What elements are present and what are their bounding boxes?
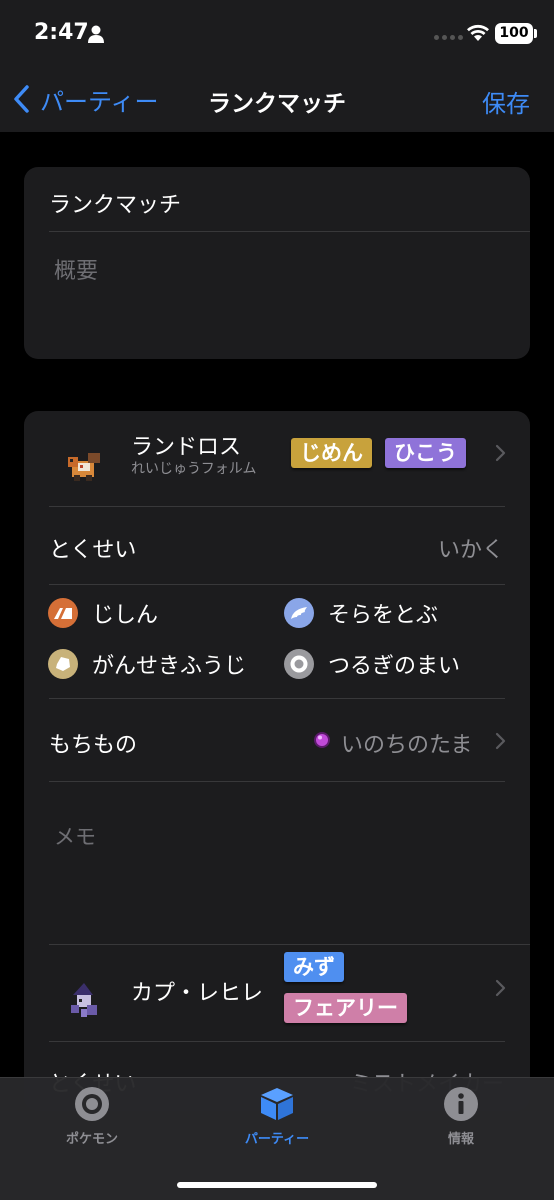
divider <box>49 506 505 507</box>
tab-info[interactable]: 情報 <box>391 1086 531 1147</box>
landorus-sprite <box>68 453 100 481</box>
tab-label: ポケモン <box>65 1132 118 1147</box>
divider <box>49 231 530 232</box>
move-slot[interactable]: がんせきふうじ <box>48 648 246 680</box>
chevron-right-icon <box>495 979 506 997</box>
box-icon <box>261 1088 293 1120</box>
battery-tip <box>534 29 537 38</box>
ground-type-icon <box>48 598 78 628</box>
move-name: つるぎのまい <box>328 654 461 679</box>
move-slot[interactable]: そらをとぶ <box>284 597 438 629</box>
pokemon-name: ランドロス <box>131 435 242 460</box>
type-badge-water: みず <box>284 952 344 982</box>
tab-bar: ポケモン パーティー 情報 <box>0 1077 554 1200</box>
type-badge-ground: じめん <box>291 438 372 468</box>
chevron-right-icon <box>495 732 506 750</box>
tab-label: パーティー <box>244 1132 310 1147</box>
normal-type-icon <box>284 649 314 679</box>
move-slot[interactable]: つるぎのまい <box>284 648 460 680</box>
party-info-card: ランクマッチ 概要 <box>24 167 530 359</box>
type-badge-flying: ひこう <box>385 438 466 468</box>
party-name-field[interactable]: ランクマッチ <box>49 187 181 219</box>
move-slot[interactable]: じしん <box>48 597 158 629</box>
life-orb-icon <box>314 732 330 748</box>
rock-type-icon <box>48 649 78 679</box>
navigation-bar: パーティー ランクマッチ 保存 <box>0 70 554 132</box>
pokeball-icon <box>75 1087 109 1121</box>
divider <box>49 781 505 782</box>
ability-value: いかく <box>437 538 504 563</box>
type-badge-fairy: フェアリー <box>284 993 407 1023</box>
ability-label: とくせい <box>49 538 137 563</box>
flying-type-icon <box>284 598 314 628</box>
move-name: そらをとぶ <box>328 603 439 628</box>
status-time: 2:47 <box>34 20 89 45</box>
move-name: がんせきふうじ <box>92 654 247 679</box>
party-description-field[interactable]: 概要 <box>54 253 98 285</box>
memo-field[interactable]: メモ <box>54 821 96 851</box>
tab-pokemon[interactable]: ポケモン <box>22 1086 162 1147</box>
status-bar: 2:47 100 <box>0 0 554 70</box>
divider <box>49 698 505 699</box>
pokemon-list-card: ランドロス れいじゅうフォルム じめん ひこう とくせい いかく じしん そらを… <box>24 411 530 1111</box>
divider <box>49 1041 505 1042</box>
chevron-right-icon <box>495 444 506 462</box>
pokemon-form: れいじゅうフォルム <box>131 461 257 477</box>
save-button[interactable]: 保存 <box>482 84 530 119</box>
signal-icon <box>434 35 463 40</box>
wifi-icon <box>467 24 489 41</box>
page-title: ランクマッチ <box>208 91 346 117</box>
tab-party[interactable]: パーティー <box>207 1086 347 1147</box>
pokemon-name: カプ・レヒレ <box>131 981 264 1006</box>
info-icon <box>444 1087 478 1121</box>
tapu-fini-sprite <box>71 983 97 1017</box>
move-name: じしん <box>92 603 159 628</box>
battery-icon: 100 <box>495 23 533 44</box>
held-item-label: もちもの <box>49 733 138 758</box>
person-icon <box>88 25 104 43</box>
divider <box>49 944 530 945</box>
held-item-value: いのちのたま <box>341 733 473 758</box>
divider <box>49 584 505 585</box>
home-indicator <box>177 1182 377 1188</box>
tab-label: 情報 <box>447 1132 474 1147</box>
